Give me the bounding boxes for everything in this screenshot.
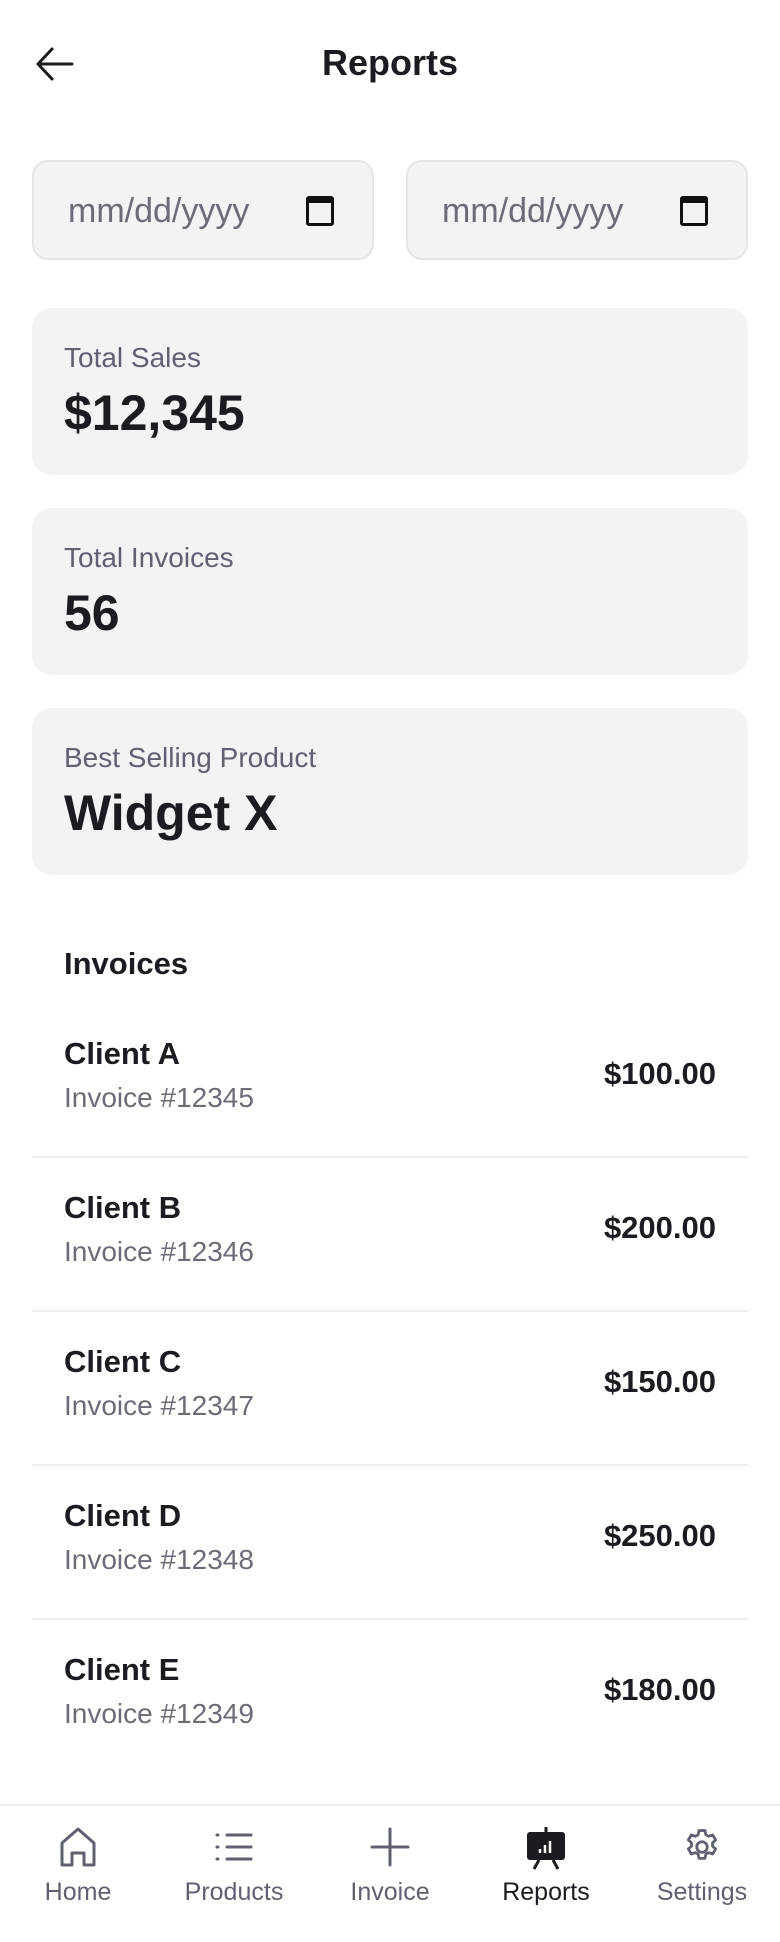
calendar-icon[interactable] bbox=[306, 196, 334, 226]
stat-value: 56 bbox=[64, 585, 120, 641]
list-icon bbox=[215, 1833, 253, 1861]
stat-label: Best Selling Product bbox=[64, 742, 317, 773]
nav-label: Products bbox=[184, 1878, 284, 1906]
stat-label: Total Invoices bbox=[64, 542, 234, 573]
stat-value: $12,345 bbox=[64, 385, 245, 441]
end-date-placeholder: mm/dd/yyyy bbox=[442, 192, 624, 230]
invoice-amount: $200.00 bbox=[603, 1210, 716, 1245]
invoice-amount: $150.00 bbox=[603, 1364, 716, 1399]
invoice-row[interactable]: Client B Invoice #12346 $200.00 bbox=[32, 1158, 748, 1312]
client-name: Client B bbox=[64, 1190, 182, 1225]
client-name: Client A bbox=[64, 1036, 180, 1071]
invoice-row[interactable]: Client C Invoice #12347 $150.00 bbox=[32, 1312, 748, 1466]
best-selling-card: Best Selling Product Widget X bbox=[32, 708, 748, 875]
stat-value: Widget X bbox=[64, 785, 278, 841]
invoice-row[interactable]: Client E Invoice #12349 $180.00 bbox=[32, 1620, 748, 1774]
gear-icon bbox=[686, 1829, 718, 1860]
plus-icon bbox=[370, 1827, 410, 1867]
start-date-placeholder: mm/dd/yyyy bbox=[68, 192, 250, 230]
client-name: Client E bbox=[64, 1652, 180, 1687]
presentation-chart-icon bbox=[527, 1827, 565, 1870]
nav-reports[interactable]: Reports bbox=[468, 1806, 624, 1942]
client-name: Client C bbox=[64, 1344, 182, 1379]
invoice-number: Invoice #12345 bbox=[64, 1082, 254, 1113]
invoice-amount: $180.00 bbox=[603, 1672, 716, 1707]
nav-label: Invoice bbox=[350, 1878, 430, 1906]
nav-home[interactable]: Home bbox=[0, 1806, 156, 1942]
calendar-icon[interactable] bbox=[680, 196, 708, 226]
invoice-amount: $250.00 bbox=[603, 1518, 716, 1553]
client-name: Client D bbox=[64, 1498, 182, 1533]
page-title: Reports bbox=[321, 42, 459, 83]
header: Reports bbox=[0, 0, 780, 130]
start-date-input[interactable]: mm/dd/yyyy bbox=[32, 160, 374, 260]
nav-invoice[interactable]: Invoice bbox=[312, 1806, 468, 1942]
nav-settings[interactable]: Settings bbox=[624, 1806, 780, 1942]
end-date-input[interactable]: mm/dd/yyyy bbox=[406, 160, 748, 260]
invoice-row[interactable]: Client A Invoice #12345 $100.00 bbox=[32, 1004, 748, 1158]
nav-label: Reports bbox=[502, 1878, 590, 1906]
total-sales-card: Total Sales $12,345 bbox=[32, 308, 748, 475]
invoice-number: Invoice #12347 bbox=[64, 1390, 254, 1421]
invoice-amount: $100.00 bbox=[603, 1056, 716, 1091]
invoice-row[interactable]: Client D Invoice #12348 $250.00 bbox=[32, 1466, 748, 1620]
invoice-number: Invoice #12346 bbox=[64, 1236, 254, 1267]
nav-label: Home bbox=[44, 1878, 112, 1906]
home-icon bbox=[60, 1827, 96, 1867]
invoice-number: Invoice #12349 bbox=[64, 1698, 254, 1729]
total-invoices-card: Total Invoices 56 bbox=[32, 508, 748, 675]
nav-label: Settings bbox=[656, 1878, 748, 1906]
stat-label: Total Sales bbox=[64, 342, 201, 373]
bottom-nav: Home Products Invoice Reports Settings bbox=[0, 1804, 780, 1942]
nav-products[interactable]: Products bbox=[156, 1806, 312, 1942]
invoice-number: Invoice #12348 bbox=[64, 1544, 254, 1575]
invoices-heading: Invoices bbox=[64, 946, 189, 981]
